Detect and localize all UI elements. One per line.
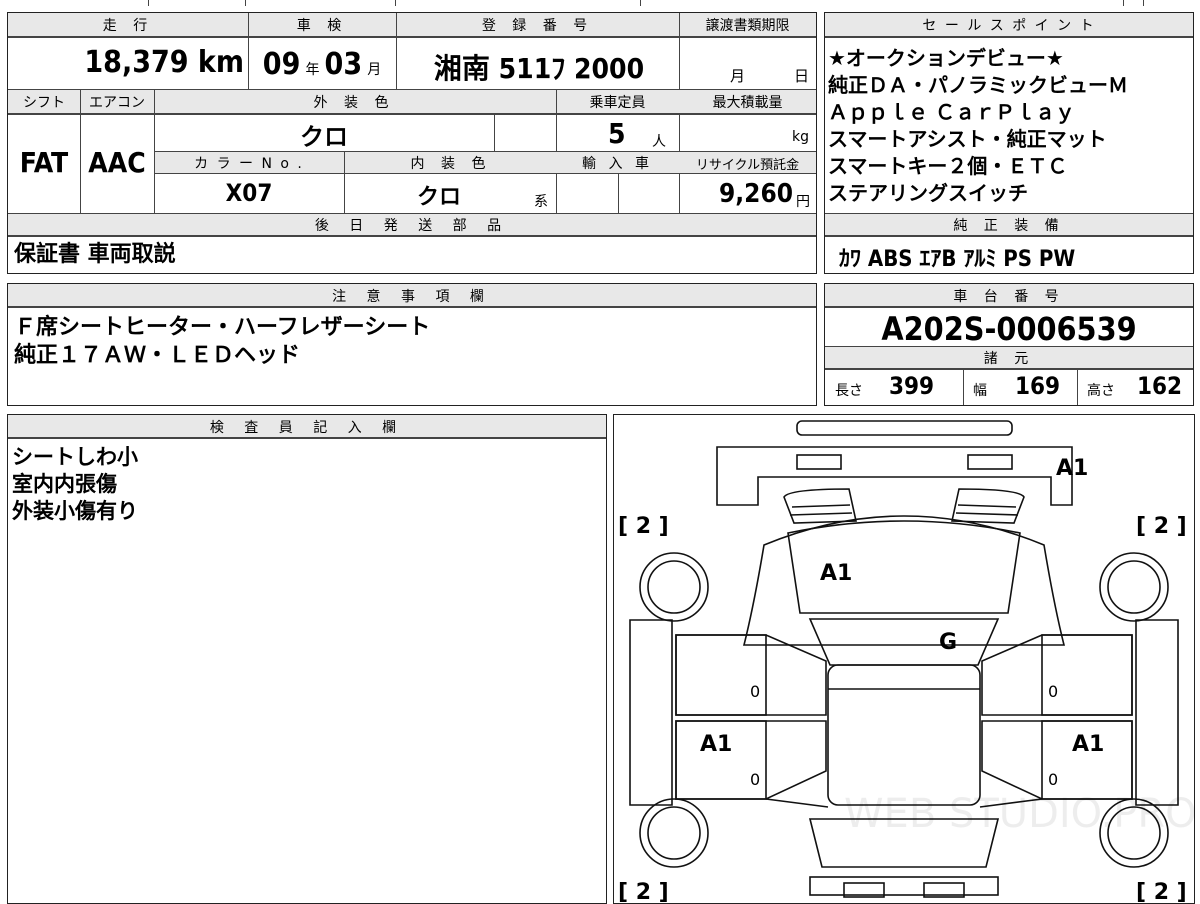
vehicle-diagram-box: A1 A1 G A1 A1 0 0 0 0 [ 2 ] [ 2 ] [ 2 ] … <box>613 414 1195 904</box>
exterior-color-header: 外 装 色 <box>313 95 395 111</box>
mileage-value: 18,379 km <box>84 45 244 80</box>
height-label: 高さ <box>1087 383 1115 399</box>
interior-color-suffix: 系 <box>534 194 548 210</box>
front-bumper-strip <box>796 420 1013 436</box>
genuine-equipment-header: 純 正 装 備 <box>953 218 1065 234</box>
later-parts-header: 後 日 発 送 部 品 <box>314 218 510 234</box>
chassis-box: 車 台 番 号 A202S-0006539 諸 元 長さ 399 幅 169 高… <box>824 283 1194 406</box>
registration-header: 登 録 番 号 <box>481 18 594 34</box>
capacity-unit: 人 <box>652 134 666 150</box>
length-value: 399 <box>889 372 935 400</box>
watermark: WEB STUDIO.PRO <box>844 791 1194 837</box>
height-value: 162 <box>1137 372 1183 400</box>
mark-windshield: G <box>939 630 957 655</box>
aircon-value: AAC <box>88 146 146 179</box>
sales-points-header: セ ー ル ス ポ イ ン ト <box>922 18 1096 34</box>
sales-point-2: 純正ＤＡ・パノラミックビューＭ <box>828 73 1128 97</box>
tire-front-left: [ 2 ] <box>618 514 669 539</box>
note-line-2: 純正１７ＡＷ・ＬＥＤヘッド <box>14 343 301 368</box>
mark-left-door: A1 <box>700 732 732 757</box>
registration-number: 湘南 511ﾌ 2000 <box>433 52 645 85</box>
inspector-note-3: 外装小傷有り <box>12 499 138 523</box>
width-value: 169 <box>1015 372 1061 400</box>
mileage-header: 走 行 <box>102 18 154 34</box>
mark-hood: A1 <box>820 561 852 586</box>
color-no-value: X07 <box>225 179 273 207</box>
genuine-equipment-value: ｶﾜ ABS ｴｱB ｱﾙﾐ PS PW <box>839 247 1076 272</box>
inspector-note-1: シートしわ小 <box>12 445 138 469</box>
capacity-header: 乗車定員 <box>589 95 646 111</box>
shift-header: シフト <box>23 95 65 111</box>
import-header: 輸 入 車 <box>582 156 653 172</box>
left-rear-door-label: 0 <box>750 770 760 789</box>
notes-box: 注 意 事 項 欄 Ｆ席シートヒーター・ハーフレザーシート 純正１７ＡＷ・ＬＥＤ… <box>7 283 817 406</box>
vehicle-info-box: 走 行 車 検 登 録 番 号 譲渡書類期限 18,379 km 09 年 03… <box>7 12 817 274</box>
recycle-header: リサイクル預託金 <box>695 158 800 173</box>
sales-point-6: ステアリングスイッチ <box>828 181 1028 205</box>
inspection-month: 03 <box>324 47 363 82</box>
interior-color-header: 内 装 色 <box>410 156 492 172</box>
chassis-number: A202S-0006539 <box>881 310 1137 348</box>
length-label: 長さ <box>835 383 863 399</box>
inspection-date: 09 年 03 月 <box>248 47 396 82</box>
vehicle-diagram: A1 A1 G A1 A1 0 0 0 0 [ 2 ] [ 2 ] [ 2 ] … <box>618 420 1194 903</box>
right-rear-door-label: 0 <box>1048 770 1058 789</box>
sales-points-box: セ ー ル ス ポ イ ン ト ★オークションデビュー★ 純正ＤＡ・パノラミック… <box>824 12 1194 274</box>
transfer-header: 譲渡書類期限 <box>705 18 790 34</box>
sales-point-3: Ａｐｐｌｅ ＣａｒＰｌａｙ <box>828 100 1075 124</box>
color-no-header: カ ラ ー N o . <box>194 156 304 172</box>
sales-point-1: ★オークションデビュー★ <box>828 46 1064 70</box>
right-front-door-label: 0 <box>1048 682 1058 701</box>
left-front-door-label: 0 <box>750 682 760 701</box>
later-parts-value: 保証書 車両取説 <box>14 242 176 267</box>
inspector-header: 検 査 員 記 入 欄 <box>209 420 405 436</box>
specs-header: 諸 元 <box>983 351 1035 367</box>
month-unit: 月 <box>367 62 382 78</box>
transfer-month: 月 <box>730 67 746 85</box>
note-line-1: Ｆ席シートヒーター・ハーフレザーシート <box>14 315 431 340</box>
mark-front-bumper: A1 <box>1056 456 1088 481</box>
exterior-color-value: クロ <box>300 123 348 151</box>
interior-color-value: クロ <box>416 185 461 210</box>
year-unit: 年 <box>305 62 320 78</box>
tire-front-right: [ 2 ] <box>1136 514 1187 539</box>
recycle-unit: 円 <box>796 194 810 210</box>
inspection-year: 09 <box>262 47 301 82</box>
inspection-header: 車 検 <box>296 18 348 34</box>
width-label: 幅 <box>973 383 987 399</box>
recycle-value: 9,260 <box>719 179 793 209</box>
sales-point-4: スマートアシスト・純正マット <box>828 127 1107 151</box>
aircon-header: エアコン <box>89 95 145 111</box>
load-unit: kg <box>792 129 809 145</box>
top-cutoff-strip <box>0 0 1200 6</box>
transfer-day: 日 <box>794 67 810 85</box>
inspector-note-2: 室内内張傷 <box>12 472 117 496</box>
chassis-header: 車 台 番 号 <box>953 289 1065 305</box>
mark-right-door: A1 <box>1072 732 1104 757</box>
capacity-value: 5 <box>608 117 626 150</box>
notes-header: 注 意 事 項 欄 <box>332 289 492 305</box>
max-load-header: 最大積載量 <box>712 95 783 111</box>
shift-value: FAT <box>19 146 69 179</box>
inspector-box: 検 査 員 記 入 欄 シートしわ小 室内内張傷 外装小傷有り <box>7 414 607 904</box>
sales-point-5: スマートキー２個・ＥＴＣ <box>828 154 1068 178</box>
